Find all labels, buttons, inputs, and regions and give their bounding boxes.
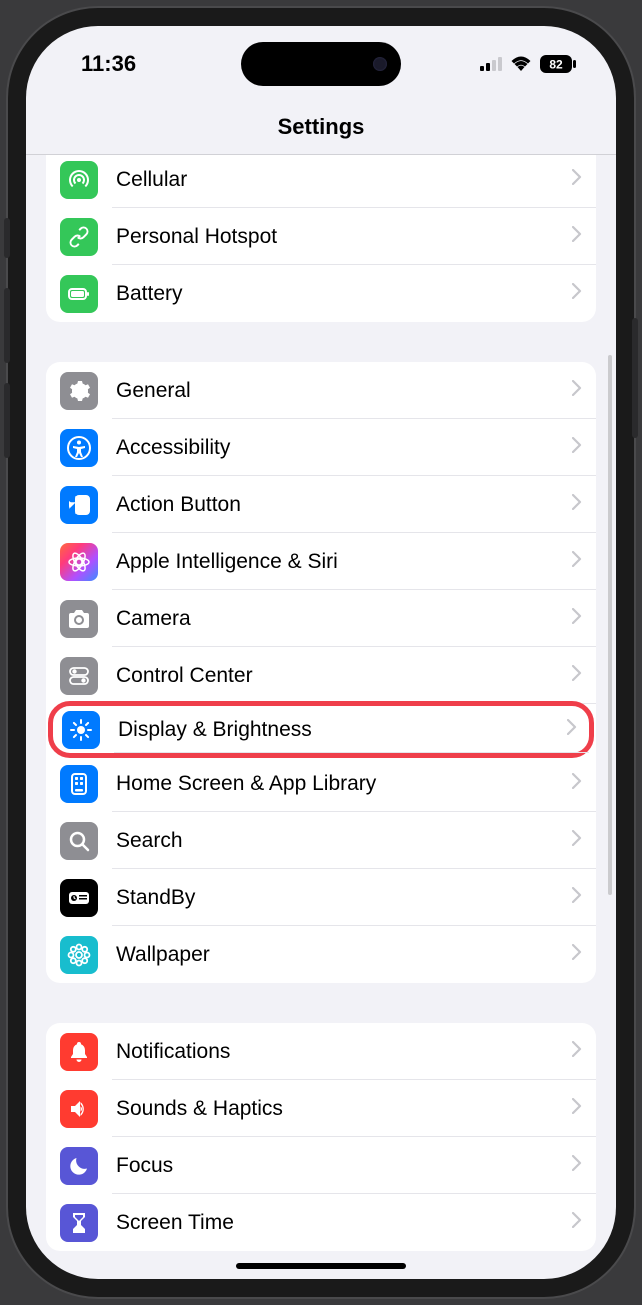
row-label: StandBy xyxy=(116,886,572,910)
mute-switch xyxy=(4,218,10,258)
antenna-icon xyxy=(60,161,98,199)
chevron-right-icon xyxy=(572,944,582,965)
row-label: Display & Brightness xyxy=(118,718,567,742)
scroll-indicator[interactable] xyxy=(608,355,612,895)
settings-row-cellular[interactable]: Cellular xyxy=(46,155,596,208)
chevron-right-icon xyxy=(572,1041,582,1062)
settings-list[interactable]: Cellular Personal Hotspot Battery General Ac… xyxy=(26,155,616,1279)
chevron-right-icon xyxy=(572,283,582,304)
camera-icon xyxy=(60,600,98,638)
settings-row-home-screen[interactable]: Home Screen & App Library xyxy=(46,755,596,812)
chevron-right-icon xyxy=(572,773,582,794)
settings-row-standby[interactable]: StandBy xyxy=(46,869,596,926)
speaker-icon xyxy=(60,1090,98,1128)
chevron-right-icon xyxy=(572,830,582,851)
settings-row-action-button[interactable]: Action Button xyxy=(46,476,596,533)
gear-icon xyxy=(60,372,98,410)
row-label: Apple Intelligence & Siri xyxy=(116,550,572,574)
link-icon xyxy=(60,218,98,256)
chevron-right-icon xyxy=(567,719,577,740)
row-label: Camera xyxy=(116,607,572,631)
settings-group: General Accessibility Action Button Apple I… xyxy=(46,362,596,983)
switches-icon xyxy=(60,657,98,695)
row-label: Control Center xyxy=(116,664,572,688)
chevron-right-icon xyxy=(572,887,582,908)
settings-row-screen-time[interactable]: Screen Time xyxy=(46,1194,596,1251)
settings-row-general[interactable]: General xyxy=(46,362,596,419)
moon-icon xyxy=(60,1147,98,1185)
action-button-icon xyxy=(60,486,98,524)
intelligence-icon xyxy=(60,543,98,581)
hourglass-icon xyxy=(60,1204,98,1242)
screen: 11:36 82 Settings Cellular Personal Hotsp… xyxy=(26,26,616,1279)
volume-down-button xyxy=(4,383,10,458)
chevron-right-icon xyxy=(572,494,582,515)
row-label: General xyxy=(116,379,572,403)
brightness-icon xyxy=(62,711,100,749)
row-label: Action Button xyxy=(116,493,572,517)
svg-text:82: 82 xyxy=(549,58,563,72)
home-grid-icon xyxy=(60,765,98,803)
chevron-right-icon xyxy=(572,1155,582,1176)
dynamic-island xyxy=(241,42,401,86)
chevron-right-icon xyxy=(572,665,582,686)
settings-row-focus[interactable]: Focus xyxy=(46,1137,596,1194)
battery-indicator: 82 xyxy=(540,55,576,73)
settings-group: Notifications Sounds & Haptics Focus Screen… xyxy=(46,1023,596,1251)
settings-row-wallpaper[interactable]: Wallpaper xyxy=(46,926,596,983)
settings-row-sounds[interactable]: Sounds & Haptics xyxy=(46,1080,596,1137)
nav-title: Settings xyxy=(26,102,616,155)
row-label: Screen Time xyxy=(116,1211,572,1235)
power-button xyxy=(632,318,638,438)
row-label: Battery xyxy=(116,282,572,306)
chevron-right-icon xyxy=(572,437,582,458)
settings-row-accessibility[interactable]: Accessibility xyxy=(46,419,596,476)
battery-icon xyxy=(60,275,98,313)
settings-group: Cellular Personal Hotspot Battery xyxy=(46,155,596,322)
wallpaper-icon xyxy=(60,936,98,974)
chevron-right-icon xyxy=(572,169,582,190)
row-label: Sounds & Haptics xyxy=(116,1097,572,1121)
wifi-icon xyxy=(510,51,532,77)
settings-row-hotspot[interactable]: Personal Hotspot xyxy=(46,208,596,265)
search-icon xyxy=(60,822,98,860)
row-label: Notifications xyxy=(116,1040,572,1064)
row-label: Accessibility xyxy=(116,436,572,460)
status-time: 11:36 xyxy=(81,51,136,77)
settings-row-display[interactable]: Display & Brightness xyxy=(48,701,594,758)
chevron-right-icon xyxy=(572,1098,582,1119)
volume-up-button xyxy=(4,288,10,363)
settings-row-search[interactable]: Search xyxy=(46,812,596,869)
settings-row-notifications[interactable]: Notifications xyxy=(46,1023,596,1080)
phone-frame: 11:36 82 Settings Cellular Personal Hotsp… xyxy=(8,8,634,1297)
row-label: Personal Hotspot xyxy=(116,225,572,249)
home-indicator[interactable] xyxy=(236,1263,406,1269)
row-label: Focus xyxy=(116,1154,572,1178)
row-label: Search xyxy=(116,829,572,853)
row-label: Cellular xyxy=(116,168,572,192)
settings-row-apple-intelligence[interactable]: Apple Intelligence & Siri xyxy=(46,533,596,590)
row-label: Wallpaper xyxy=(116,943,572,967)
row-label: Home Screen & App Library xyxy=(116,772,572,796)
chevron-right-icon xyxy=(572,608,582,629)
settings-row-camera[interactable]: Camera xyxy=(46,590,596,647)
chevron-right-icon xyxy=(572,551,582,572)
standby-icon xyxy=(60,879,98,917)
cellular-signal-icon xyxy=(480,51,502,77)
bell-icon xyxy=(60,1033,98,1071)
chevron-right-icon xyxy=(572,226,582,247)
chevron-right-icon xyxy=(572,380,582,401)
accessibility-icon xyxy=(60,429,98,467)
settings-row-battery[interactable]: Battery xyxy=(46,265,596,322)
chevron-right-icon xyxy=(572,1212,582,1233)
settings-row-control-center[interactable]: Control Center xyxy=(46,647,596,704)
